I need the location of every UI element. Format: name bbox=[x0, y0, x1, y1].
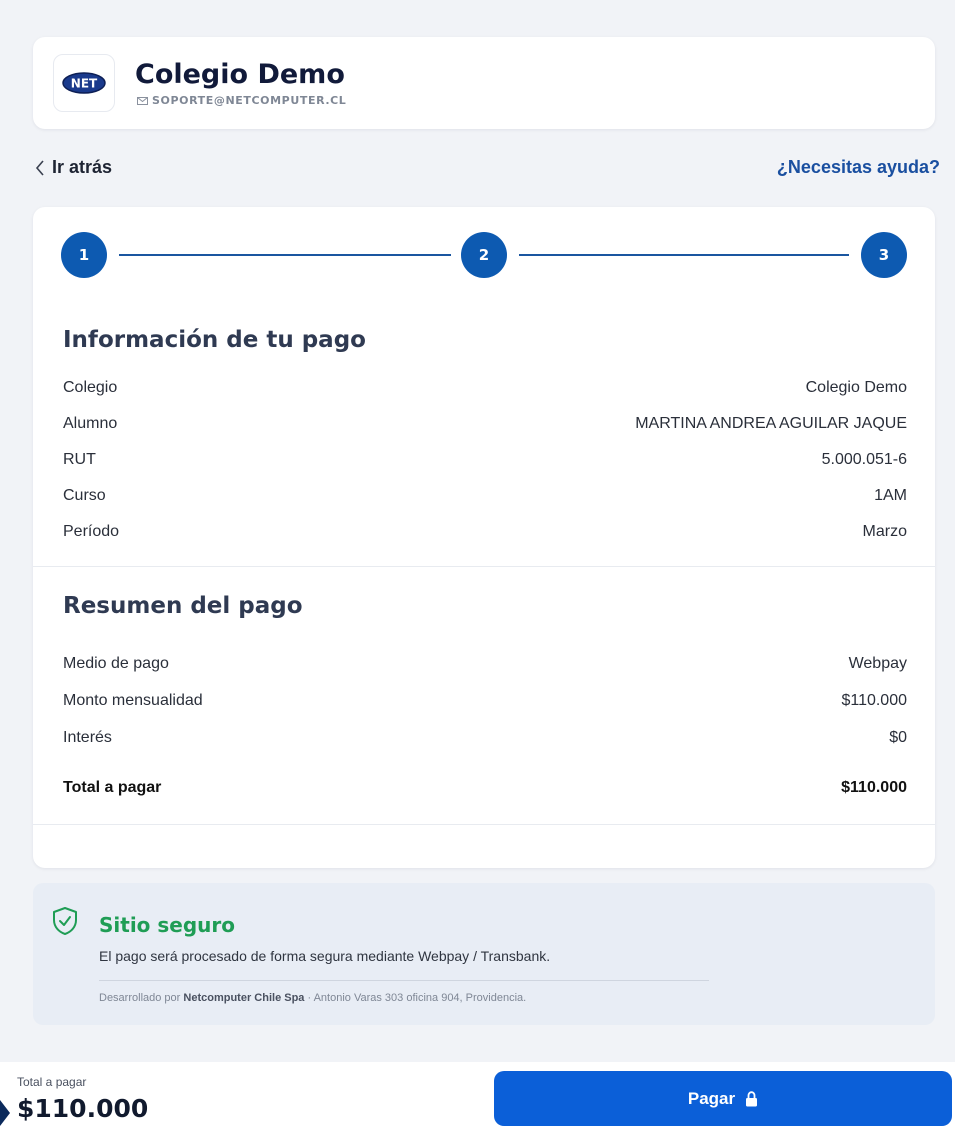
summary-value: $110.000 bbox=[841, 692, 907, 709]
bottom-total-label: Total a pagar bbox=[17, 1075, 87, 1089]
back-link[interactable]: Ir atrás bbox=[35, 157, 112, 178]
payment-info-title: Información de tu pago bbox=[63, 327, 366, 353]
corner-arrow-icon bbox=[0, 1100, 10, 1126]
school-logo: NET bbox=[53, 54, 115, 112]
secure-text: El pago será procesado de forma segura m… bbox=[99, 948, 551, 964]
info-value: Marzo bbox=[862, 523, 907, 540]
total-value: $110.000 bbox=[841, 779, 907, 796]
info-value: Colegio Demo bbox=[805, 379, 907, 396]
back-link-label: Ir atrás bbox=[52, 157, 113, 177]
payment-page: NET Colegio Demo SOPORTE@NETCOMPUTER.CL … bbox=[0, 0, 955, 1126]
lock-icon bbox=[745, 1090, 758, 1107]
info-row-curso: Curso 1AM bbox=[63, 484, 907, 508]
payment-card: 1 2 3 Información de tu pago Colegio Col… bbox=[33, 207, 935, 868]
secure-divider bbox=[99, 980, 709, 981]
step-connector-2 bbox=[519, 254, 849, 256]
logo-text: NET bbox=[71, 77, 98, 91]
summary-row-medio: Medio de pago Webpay bbox=[63, 652, 907, 676]
shield-check-icon bbox=[51, 906, 79, 941]
footer-prefix: Desarrollado por bbox=[99, 992, 181, 1004]
developer-footer: Desarrollado por Netcomputer Chile Spa ·… bbox=[99, 992, 526, 1004]
summary-value: Webpay bbox=[848, 655, 907, 672]
pay-button-label: Pagar bbox=[687, 1088, 736, 1108]
section-divider bbox=[33, 824, 935, 825]
chevron-left-icon bbox=[35, 159, 45, 176]
info-label: RUT bbox=[63, 451, 96, 468]
info-label: Colegio bbox=[63, 379, 118, 396]
step-3: 3 bbox=[861, 232, 907, 278]
footer-address: · Antonio Varas 303 oficina 904, Provide… bbox=[307, 992, 527, 1004]
pay-button[interactable]: Pagar bbox=[494, 1071, 952, 1126]
info-row-rut: RUT 5.000.051-6 bbox=[63, 448, 907, 472]
summary-row-interes: Interés $0 bbox=[63, 726, 907, 750]
school-name: Colegio Demo bbox=[135, 59, 345, 90]
summary-row-total: Total a pagar $110.000 bbox=[63, 776, 907, 800]
secure-title: Sitio seguro bbox=[99, 913, 236, 937]
step-1: 1 bbox=[61, 232, 107, 278]
summary-title: Resumen del pago bbox=[63, 593, 303, 619]
info-value: 1AM bbox=[874, 487, 907, 504]
info-label: Período bbox=[63, 523, 120, 540]
info-value: MARTINA ANDREA AGUILAR JAQUE bbox=[635, 415, 907, 432]
info-value: 5.000.051-6 bbox=[821, 451, 907, 468]
section-divider bbox=[33, 566, 935, 567]
summary-value: $0 bbox=[889, 729, 907, 746]
info-row-colegio: Colegio Colegio Demo bbox=[63, 376, 907, 400]
footer-company: Netcomputer Chile Spa bbox=[183, 992, 305, 1004]
info-row-periodo: Período Marzo bbox=[63, 520, 907, 544]
info-label: Alumno bbox=[63, 415, 118, 432]
school-email-text: SOPORTE@NETCOMPUTER.CL bbox=[152, 94, 347, 107]
step-connector-1 bbox=[119, 254, 451, 256]
info-label: Curso bbox=[63, 487, 106, 504]
summary-label: Interés bbox=[63, 729, 112, 746]
info-row-alumno: Alumno MARTINA ANDREA AGUILAR JAQUE bbox=[63, 412, 907, 436]
summary-label: Monto mensualidad bbox=[63, 692, 203, 709]
secure-site-box: Sitio seguro El pago será procesado de f… bbox=[33, 883, 935, 1025]
bottom-total-amount: $110.000 bbox=[17, 1094, 149, 1123]
summary-row-monto: Monto mensualidad $110.000 bbox=[63, 689, 907, 713]
mail-icon bbox=[137, 96, 148, 105]
school-header-card: NET Colegio Demo SOPORTE@NETCOMPUTER.CL bbox=[33, 37, 935, 129]
help-link[interactable]: ¿Necesitas ayuda? bbox=[777, 157, 940, 178]
stepper: 1 2 3 bbox=[61, 232, 909, 280]
step-2: 2 bbox=[461, 232, 507, 278]
summary-label: Medio de pago bbox=[63, 655, 169, 672]
school-email: SOPORTE@NETCOMPUTER.CL bbox=[137, 94, 346, 107]
total-label: Total a pagar bbox=[63, 779, 162, 796]
